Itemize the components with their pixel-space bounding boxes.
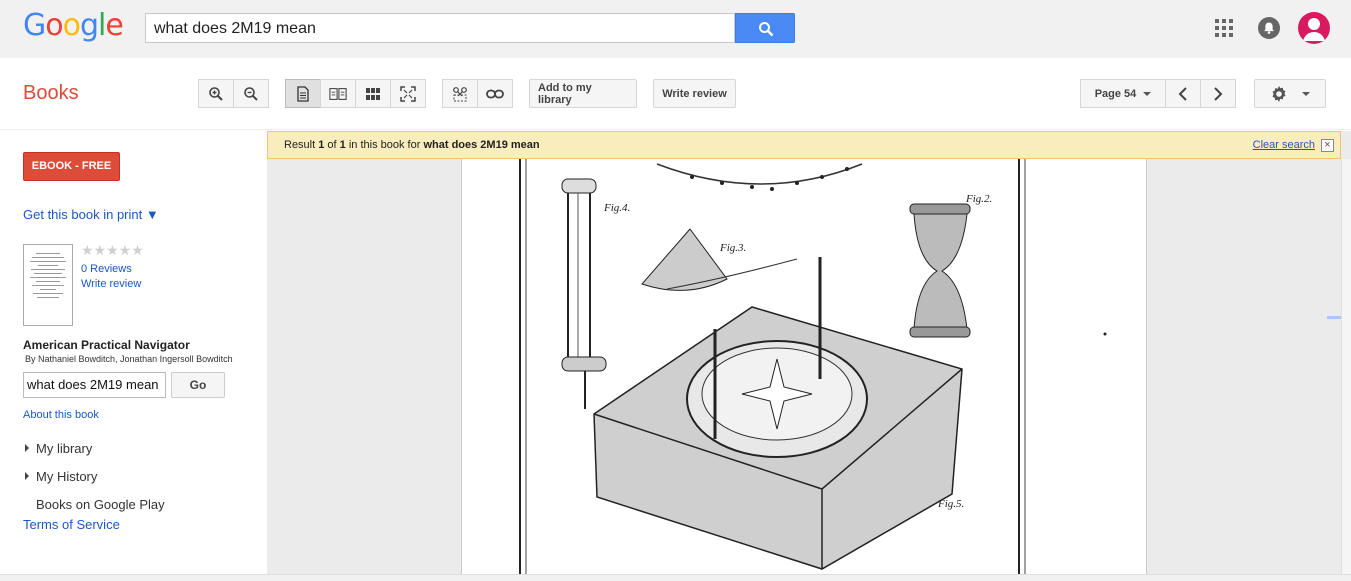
clear-search-link[interactable]: Clear search [1253,139,1315,151]
figure-label-2: Fig.2. [965,193,992,205]
clip-link-group [442,79,513,108]
page-selector[interactable]: Page 54 [1080,79,1166,108]
expand-arrow-icon [25,472,29,480]
settings-button[interactable] [1254,79,1326,108]
figure-label-5: Fig.5. [937,498,964,510]
chevron-left-icon [1178,86,1187,101]
logo-letter: G [23,8,46,43]
result-middle: in this book for [345,139,424,151]
settings-wrap [1254,79,1326,108]
toolbar-divider [0,129,1351,130]
result-query: what does 2M19 mean [423,139,540,151]
logo-letter: l [98,8,106,43]
two-page-view-button[interactable] [320,79,356,108]
nav-my-history[interactable]: My History [25,469,97,484]
logo-letter: e [105,8,123,43]
single-page-icon [297,85,309,102]
terms-of-service-link[interactable]: Terms of Service [23,517,120,532]
get-in-print-link[interactable]: Get this book in print ▼ [23,207,159,222]
google-logo[interactable]: Google [23,8,124,43]
logo-letter: o [62,8,81,43]
figure-label-4: Fig.4. [603,202,630,214]
link-icon [486,89,504,98]
zoom-in-button[interactable] [198,79,234,108]
figure-label-3: Fig.3. [719,242,746,254]
write-review-button[interactable]: Write review [653,79,736,108]
page-nav-group: Page 54 [1080,79,1236,108]
nav-books-on-google-play[interactable]: Books on Google Play [36,497,165,512]
expand-arrow-icon [25,444,29,452]
gear-icon [1272,85,1286,102]
search-input[interactable]: what does 2M19 mean [145,13,735,43]
two-page-icon [329,87,347,100]
result-of: of [324,139,340,151]
account-avatar[interactable] [1298,12,1330,44]
add-library-wrap: Add to my library [529,79,637,108]
write-review-link[interactable]: Write review [81,278,141,290]
view-mode-group [285,79,426,108]
bottom-edge [0,574,1351,581]
chevron-right-icon [1214,86,1223,101]
zoom-group [198,79,269,108]
rating-stars[interactable]: ★★★★★ [81,242,144,259]
book-title: American Practical Navigator [23,338,190,352]
top-bar: Google what does 2M19 mean [0,0,1351,58]
search-button[interactable] [735,13,795,43]
write-review-wrap: Write review [653,79,736,108]
fullscreen-button[interactable] [390,79,426,108]
next-page-button[interactable] [1200,79,1236,108]
vertical-scrollbar[interactable] [1341,159,1351,574]
nav-my-library[interactable]: My library [25,441,92,456]
single-page-view-button[interactable] [285,79,321,108]
link-button[interactable] [477,79,513,108]
search-result-bar: Result 1 of 1 in this book for what does… [267,131,1341,159]
book-cover-thumbnail[interactable] [23,244,73,326]
add-to-library-button[interactable]: Add to my library [529,79,637,108]
zoom-in-icon [209,86,223,101]
search-in-book-input[interactable]: what does 2M19 mean [23,372,166,398]
zoom-out-icon [244,86,258,101]
grid-icon [366,87,380,100]
result-summary: Result 1 of 1 in this book for what does… [284,139,540,151]
search-icon [759,22,774,37]
fullscreen-icon [400,85,416,102]
logo-letter: g [79,8,99,43]
thumbnail-view-button[interactable] [355,79,391,108]
apps-icon[interactable] [1215,19,1233,37]
about-this-book-link[interactable]: About this book [23,409,99,421]
notifications-icon[interactable] [1258,17,1280,39]
page-title[interactable]: Books [23,82,79,105]
chevron-down-icon [1143,91,1152,96]
nav-label: My History [36,469,98,484]
book-authors: By Nathaniel Bowditch, Jonathan Ingersol… [25,354,233,364]
logo-letter: o [45,8,63,43]
nav-label: My library [36,441,93,456]
scissors-icon [453,86,467,101]
page-illustration: Fig.4. Fig.3. Fig.2. Fig.5. [519,159,1107,574]
book-page[interactable]: Fig.4. Fig.3. Fig.2. Fig.5. [461,159,1147,574]
reviews-link[interactable]: 0 Reviews [81,263,132,275]
ebook-free-button[interactable]: EBOOK - FREE [23,152,120,181]
previous-page-button[interactable] [1165,79,1201,108]
search-hit-marker[interactable] [1327,316,1341,319]
close-icon[interactable]: × [1321,139,1334,152]
go-button[interactable]: Go [171,372,225,398]
page-selector-label: Page 54 [1094,87,1137,100]
chevron-down-icon [1302,91,1310,96]
clip-button[interactable] [442,79,478,108]
zoom-out-button[interactable] [233,79,269,108]
result-prefix: Result [284,139,319,151]
